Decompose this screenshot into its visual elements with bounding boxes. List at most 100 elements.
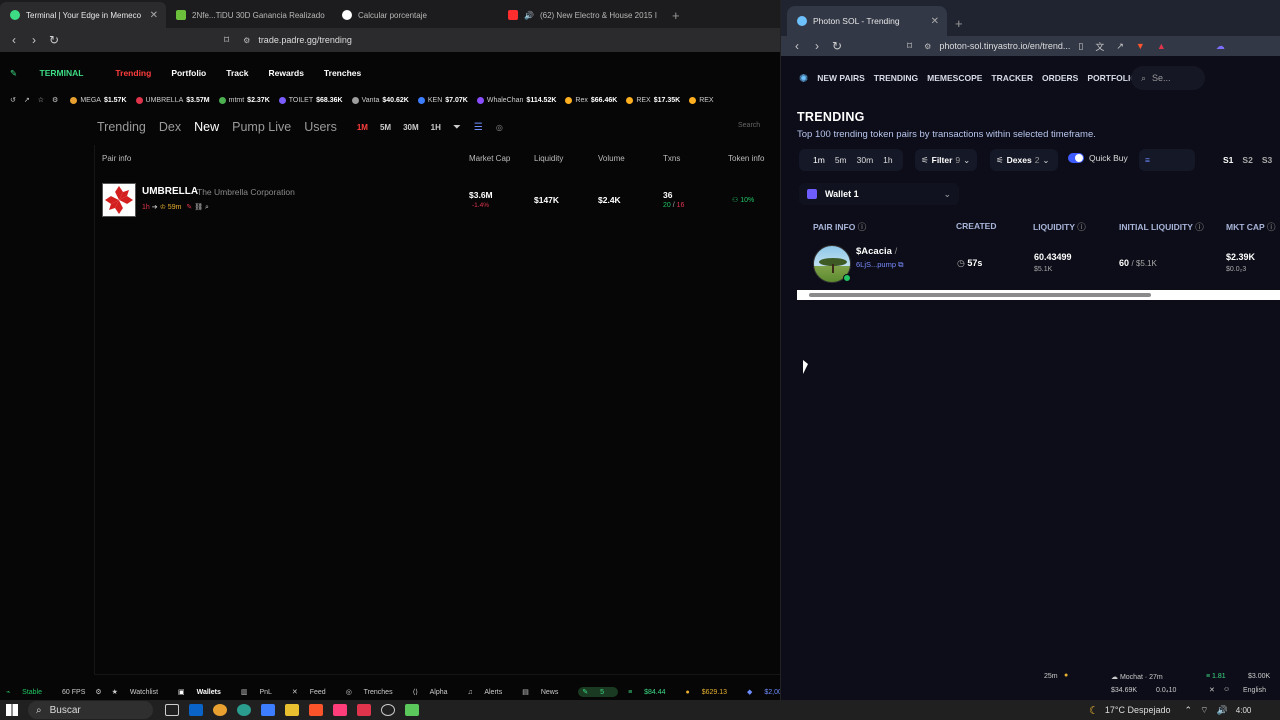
tray-chevron-icon[interactable]: ⌃ [1185, 705, 1193, 716]
list-icon[interactable]: ☰ [474, 122, 483, 133]
news-button[interactable]: ▤ News [522, 688, 568, 696]
search-icon[interactable]: ⌕ [205, 204, 209, 211]
col-liquidity[interactable]: Liquidity [534, 154, 563, 163]
subtab-pump-live[interactable]: Pump Live [232, 120, 291, 134]
tab-youtube[interactable]: 🔊 (62) New Electro & House 2015 I [498, 2, 664, 28]
subtab-trending[interactable]: Trending [97, 120, 146, 134]
rewards-icon[interactable]: ▲ [1157, 41, 1166, 51]
speaker-icon[interactable]: 🔊 [524, 11, 534, 20]
notif-count[interactable]: ✎ 5 [578, 687, 619, 697]
alpha-button[interactable]: ⟨⟩ Alpha [413, 688, 458, 696]
site-info-icon[interactable]: ⚙ [243, 36, 250, 45]
share-icon[interactable]: ↗ [1116, 41, 1124, 52]
quick-buy-amount-input[interactable]: ≡ [1139, 149, 1195, 171]
edit-icon[interactable]: ✎ [186, 204, 192, 211]
dexes-button[interactable]: ⚟ Dexes 2 ⌄ [990, 149, 1058, 171]
chrome-icon[interactable] [213, 704, 227, 716]
network-icon[interactable]: ⌔ [1200, 705, 1208, 716]
timeframe-1m[interactable]: 1M [357, 123, 368, 132]
app2-icon[interactable] [405, 704, 419, 716]
table-row[interactable]: UMBRELLA The Umbrella Corporation 1h ➔ ♔… [97, 180, 780, 220]
col-created[interactable]: CREATED [956, 221, 996, 231]
subtab-dex[interactable]: Dex [159, 120, 181, 134]
nav-trending[interactable]: TRENDING [874, 73, 918, 83]
copy-icon[interactable]: ⧉ [898, 260, 903, 269]
bookmark-icon[interactable]: ⌑ [907, 41, 912, 52]
col-market-cap[interactable]: Market Cap [469, 154, 510, 163]
brave-icon[interactable] [309, 704, 323, 716]
weather-label[interactable]: 17°C Despejado [1105, 705, 1171, 715]
ticker-item[interactable]: UMBRELLA $3.57M [135, 96, 210, 104]
clock-label[interactable]: 4:00 [1236, 706, 1252, 715]
settings-icon[interactable]: ⚙ [95, 688, 101, 696]
chart-icon[interactable]: ↗ [24, 96, 30, 104]
slot-s1[interactable]: S1 [1223, 155, 1233, 165]
nav-tracker[interactable]: TRACKER [991, 73, 1033, 83]
ticker-item[interactable]: TOILET $68.36K [278, 96, 343, 104]
timeframe-30m[interactable]: 30M [403, 123, 419, 132]
timeframe-30m[interactable]: 30m [857, 155, 874, 165]
timeframe-1m[interactable]: 1m [813, 155, 825, 165]
col-txns[interactable]: Txns [663, 154, 680, 163]
col-volume[interactable]: Volume [598, 154, 625, 163]
nav-rewards[interactable]: Rewards [268, 68, 303, 78]
ticker-item[interactable]: Rex $66.46K [565, 96, 617, 104]
close-icon[interactable]: ✕ [150, 10, 158, 21]
site-info-icon[interactable]: ⚙ [924, 42, 931, 51]
feed-button[interactable]: ✕ Feed [292, 688, 336, 696]
filter-icon[interactable]: ⏷ [453, 122, 461, 133]
link-icon[interactable]: ⛓ [194, 204, 203, 211]
watchlist-button[interactable]: ★ Watchlist [112, 688, 168, 696]
back-icon[interactable]: ‹ [787, 39, 807, 53]
x-icon[interactable]: ✕ [1209, 686, 1215, 694]
file-explorer-icon[interactable] [285, 704, 299, 716]
store-icon[interactable] [261, 704, 275, 716]
nav-track[interactable]: Track [226, 68, 248, 78]
nav-portfolio[interactable]: Portfolio [171, 68, 206, 78]
volume-icon[interactable]: 🔊 [1217, 705, 1228, 716]
timeframe-1h[interactable]: 1h [883, 155, 892, 165]
ticker-item[interactable]: mtmt $2.37K [218, 96, 270, 104]
brave-shield-icon[interactable]: ▼ [1136, 41, 1145, 51]
subtab-users[interactable]: Users [304, 120, 337, 134]
discord-icon[interactable]: ☺ [1223, 686, 1230, 693]
wallet-selector[interactable]: Wallet 1 ⌄ [799, 183, 959, 205]
phone-icon[interactable]: ▯ [1078, 41, 1083, 52]
brave-nightly-icon[interactable] [357, 704, 371, 716]
search-input[interactable]: ⌕ Se... [1131, 66, 1205, 90]
windows-start-icon[interactable] [6, 704, 18, 716]
nav-orders[interactable]: ORDERS [1042, 73, 1078, 83]
edge-icon[interactable] [237, 704, 251, 716]
close-icon[interactable]: ✕ [931, 16, 939, 27]
search-input[interactable]: Search [738, 122, 760, 129]
ticker-item[interactable]: Vanta $40.62K [351, 96, 409, 104]
info-icon[interactable]: ⓘ [858, 222, 867, 232]
filter-button[interactable]: ⚟ Filter 9 ⌄ [915, 149, 977, 171]
nav-new-pairs[interactable]: NEW PAIRS [817, 73, 865, 83]
tab-photon[interactable]: Photon SOL - Trending ✕ [787, 6, 947, 36]
forward-icon[interactable]: › [24, 33, 44, 47]
translate-icon[interactable]: 文 [1095, 40, 1104, 53]
nav-trending[interactable]: Trending [115, 68, 151, 78]
ticker-item[interactable]: MEGA $1.57K [70, 96, 127, 104]
table-row[interactable]: $Acacia / 6LjS...pump ⧉ ◷ 57s 60.43499 $… [797, 238, 1280, 290]
forward-icon[interactable]: › [807, 39, 827, 53]
ticker-item[interactable]: WhaleChan $114.52K [476, 96, 556, 104]
reload-icon[interactable]: ↻ [44, 33, 64, 47]
timeframe-1h[interactable]: 1H [431, 123, 441, 132]
extension-icon[interactable]: ☁ [1216, 41, 1225, 52]
tab-terminal[interactable]: Terminal | Your Edge in Memeco ✕ [0, 2, 166, 28]
photon-logo-icon[interactable]: ✺ [799, 72, 808, 85]
token-address[interactable]: 6LjS...pump ⧉ [856, 260, 903, 270]
reload-icon[interactable]: ↻ [827, 39, 847, 53]
settings-icon[interactable]: ⚙ [52, 96, 58, 104]
tab-ganancia[interactable]: 2Nfe...TiDU 30D Ganancia Realizado [166, 2, 332, 28]
beta-icon[interactable]: ◎ [496, 123, 503, 132]
alerts-button[interactable]: ♫ Alerts [468, 689, 513, 696]
language-selector[interactable]: English [1243, 687, 1266, 694]
pnl-button[interactable]: ▥ PnL [241, 688, 282, 696]
star-icon[interactable]: ☆ [38, 96, 44, 104]
slot-s2[interactable]: S2 [1242, 155, 1252, 165]
nav-portfolio[interactable]: PORTFOLIO [1087, 73, 1137, 83]
outlook-icon[interactable] [189, 704, 203, 716]
